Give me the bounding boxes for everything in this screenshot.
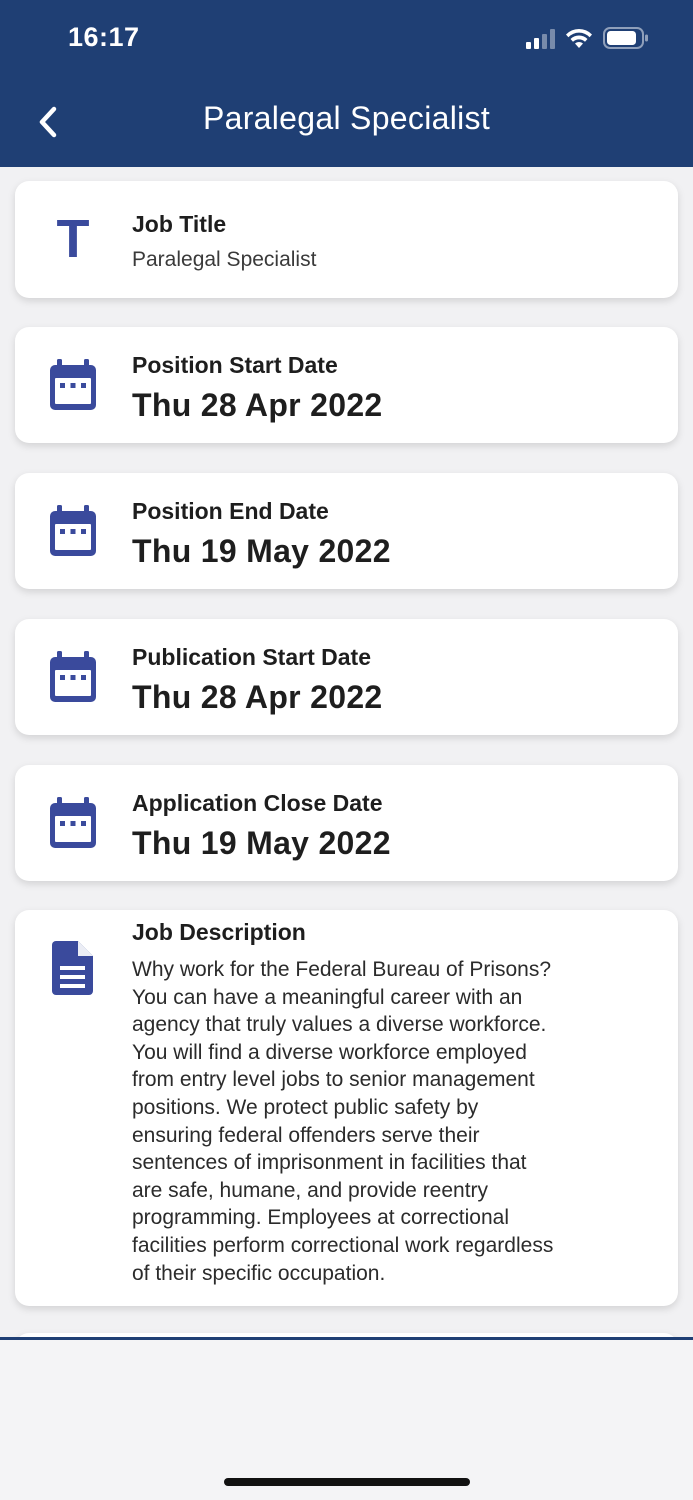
calendar-icon [47,793,99,853]
description-line: programming. Employees at correctional [132,1206,509,1230]
application-close-date-card: Application Close Date Thu 19 May 2022 [15,765,678,881]
description-line: sentences of imprisonment in facilities … [132,1151,527,1175]
job-title-label: Job Title [132,211,227,237]
calendar-icon [47,501,99,561]
publication-start-date-label: Publication Start Date [132,644,371,670]
position-end-date-card: Position End Date Thu 19 May 2022 [15,473,678,589]
job-title-value: Paralegal Specialist [132,248,317,271]
job-description-label: Job Description [132,919,306,945]
calendar-icon [47,647,99,707]
description-line: agency that truly values a diverse workf… [132,1013,547,1037]
description-line: facilities perform correctional work reg… [132,1233,554,1257]
publication-start-date-card: Publication Start Date Thu 28 Apr 2022 [15,619,678,735]
description-line: of their specific occupation. [132,1261,386,1285]
application-close-date-label: Application Close Date [132,790,383,816]
position-start-date-label: Position Start Date [132,352,338,378]
cellular-signal-icon [526,28,555,49]
job-details-list[interactable]: T Job Title Paralegal Specialist Positio… [0,167,693,1337]
job-description-text: Why work for the Federal Bureau of Priso… [132,956,652,1287]
position-end-date-value: Thu 19 May 2022 [132,533,391,569]
home-indicator[interactable] [224,1478,470,1486]
description-line: ensuring federal offenders serve their [132,1123,480,1147]
publication-start-date-value: Thu 28 Apr 2022 [132,679,383,715]
description-line: Why work for the Federal Bureau of Priso… [132,958,552,981]
title-T-icon: T [56,209,90,269]
page-title: Paralegal Specialist [202,100,491,136]
document-icon [47,938,99,998]
bottom-area [0,1340,693,1500]
description-line: are safe, humane, and provide reentry [132,1178,489,1202]
application-close-date-value: Thu 19 May 2022 [132,825,391,861]
job-description-card: Job Description Why work for the Federal… [15,910,678,1306]
job-title-card: T Job Title Paralegal Specialist [15,181,678,298]
description-line: You will find a diverse workforce employ… [132,1040,527,1064]
position-end-date-label: Position End Date [132,498,329,524]
battery-icon [603,27,648,49]
app-header: 16:17 Paralegal Specialist [0,0,693,167]
description-line: positions. We protect public safety by [132,1095,479,1119]
position-start-date-value: Thu 28 Apr 2022 [132,387,383,423]
status-time: 16:17 [68,22,140,52]
description-line: from entry level jobs to senior manageme… [132,1068,535,1092]
wifi-icon [566,28,592,48]
calendar-icon [47,355,99,415]
description-line: You can have a meaningful career with an [132,985,523,1009]
position-start-date-card: Position Start Date Thu 28 Apr 2022 [15,327,678,443]
status-icons [526,27,649,49]
